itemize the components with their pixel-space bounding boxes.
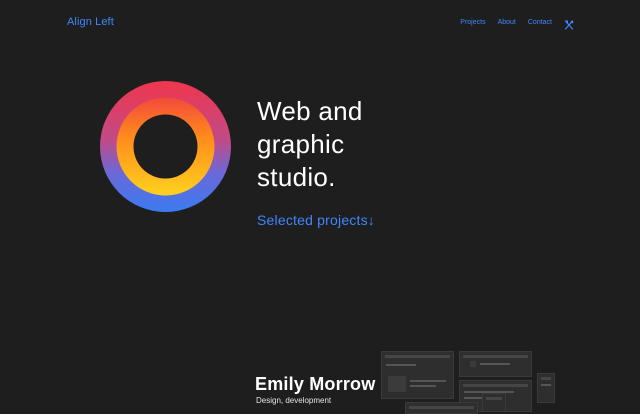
site-logo[interactable]: Align Left <box>67 16 114 28</box>
nav-projects[interactable]: Projects <box>460 19 485 26</box>
headline-line: graphic <box>257 129 345 159</box>
preview-screenshot <box>459 351 532 377</box>
preview-screenshot <box>405 402 478 414</box>
headline-line: Web and <box>257 96 363 126</box>
utensils-icon[interactable] <box>564 17 574 30</box>
main-nav: Projects About Contact <box>448 17 574 30</box>
project-title[interactable]: Emily Morrow <box>255 374 375 395</box>
selected-projects-link[interactable]: Selected projects↓ <box>257 212 375 228</box>
nav-about[interactable]: About <box>498 19 516 26</box>
preview-screenshot <box>381 351 454 399</box>
project-subtitle: Design, development <box>256 396 332 405</box>
nav-contact[interactable]: Contact <box>528 19 552 26</box>
preview-screenshot <box>537 373 555 403</box>
hero-headline: Web and graphic studio. <box>257 95 363 194</box>
studio-ring-graphic <box>100 81 231 212</box>
preview-screenshot <box>482 393 506 412</box>
headline-line: studio. <box>257 162 336 192</box>
